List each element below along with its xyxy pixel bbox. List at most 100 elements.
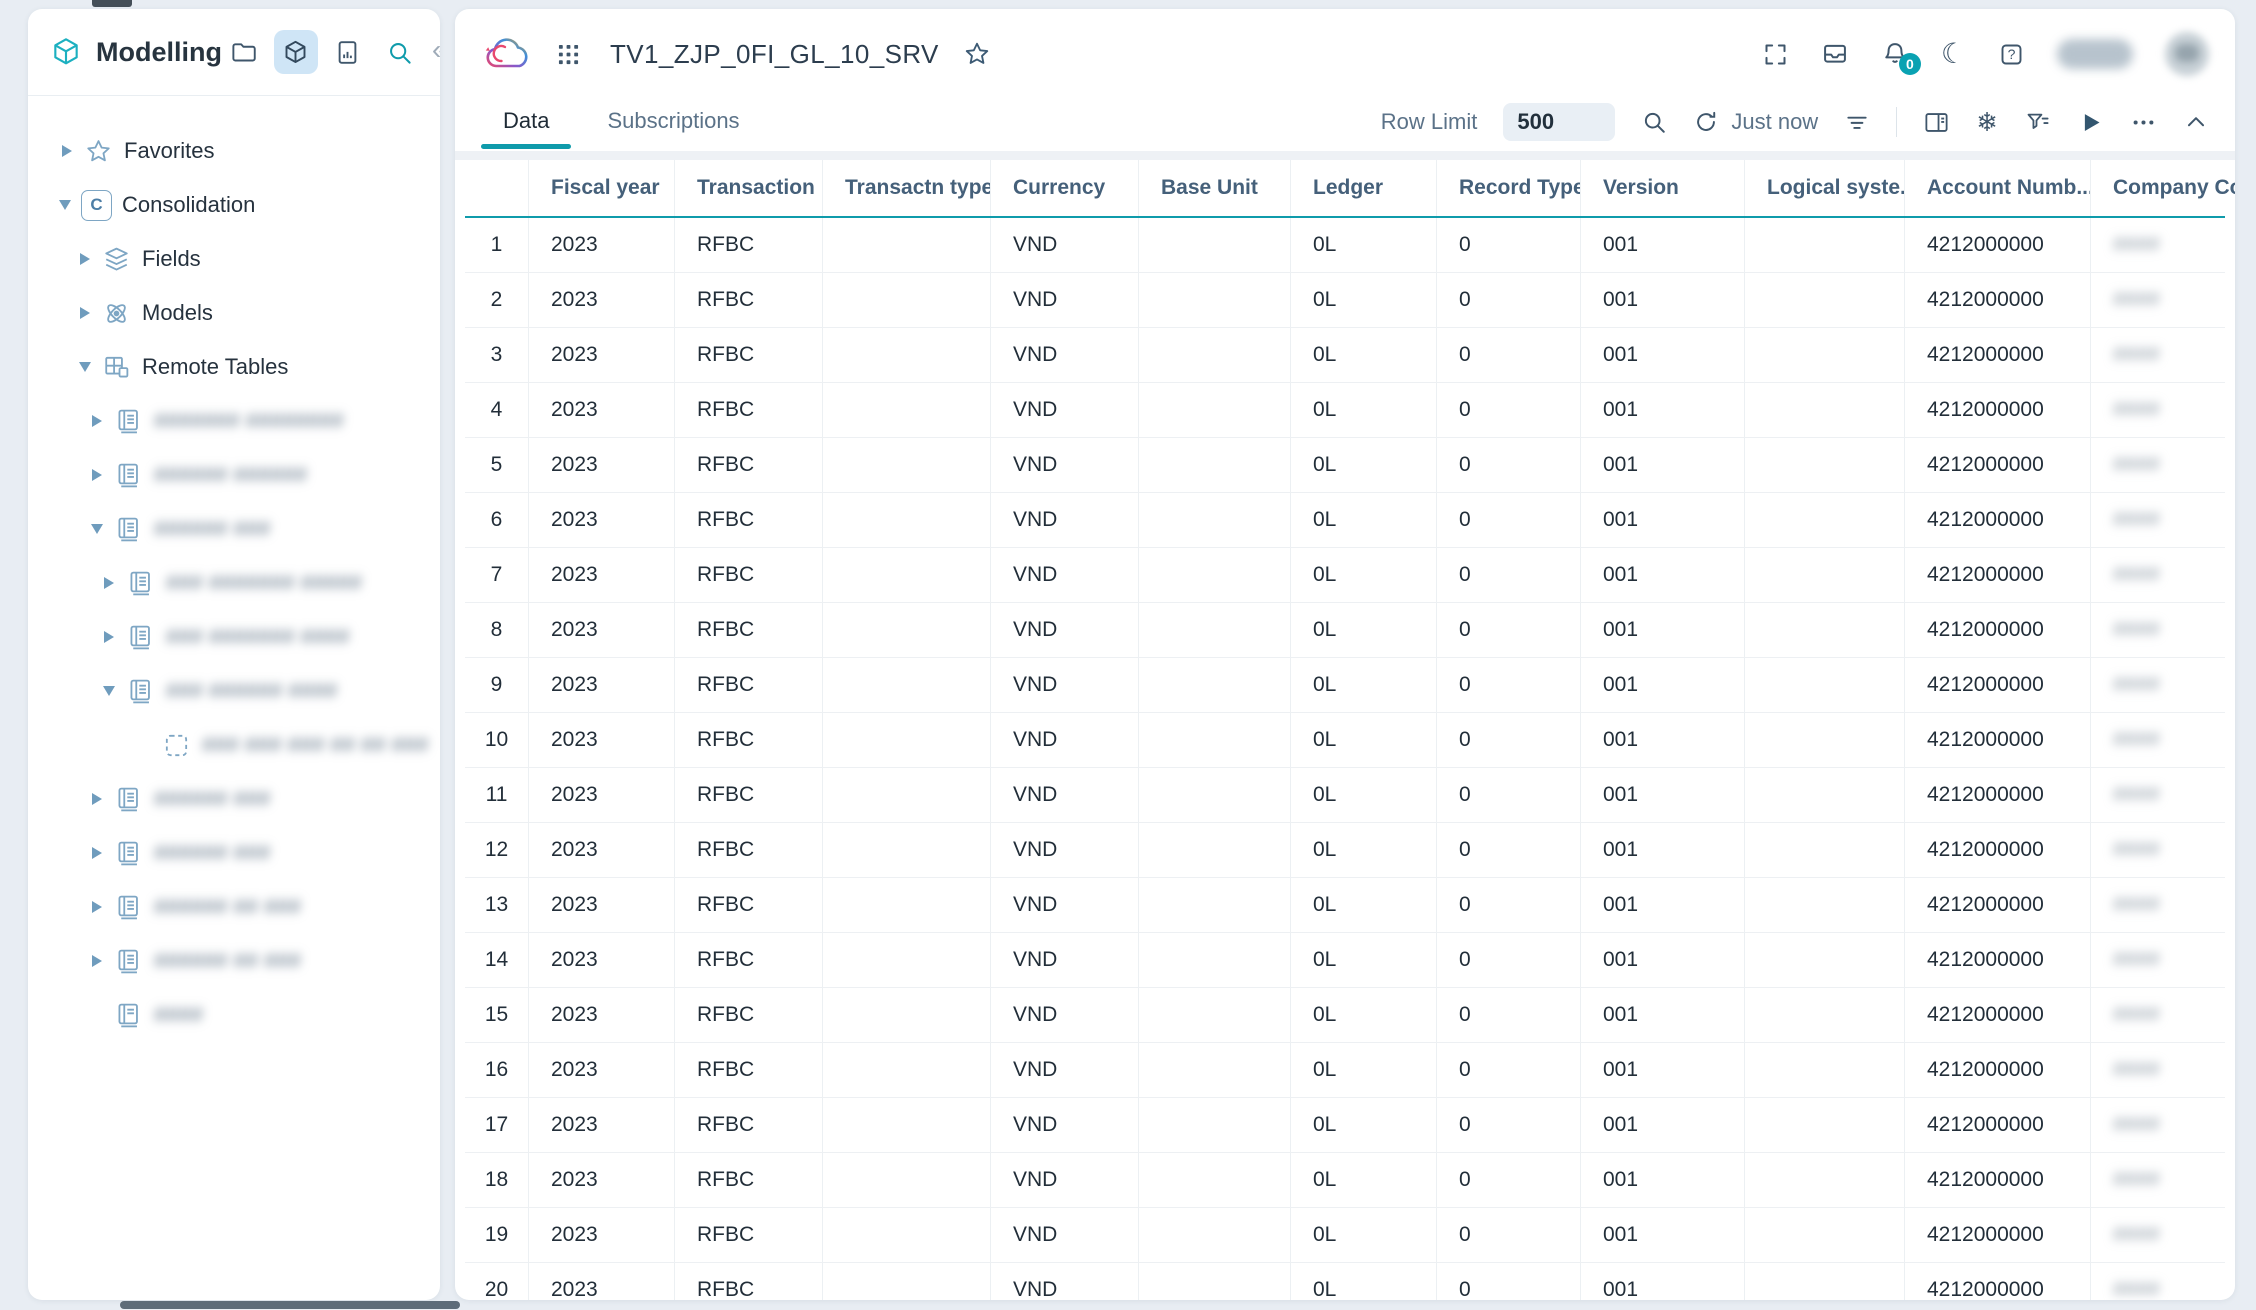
table-row[interactable]: 32023RFBCVND0L00014212000000#### (465, 328, 2225, 383)
table-row[interactable]: 152023RFBCVND0L00014212000000#### (465, 988, 2225, 1043)
inbox-icon[interactable] (1821, 40, 1849, 68)
table-row[interactable]: 182023RFBCVND0L00014212000000#### (465, 1153, 2225, 1208)
tree-expander-down[interactable] (96, 686, 122, 696)
tree-item-redacted-14[interactable]: ###### ## ### (28, 880, 440, 934)
tree-item-label: ####### ######## (154, 408, 344, 434)
tree-expander-right[interactable] (96, 577, 122, 589)
table-row[interactable]: 112023RFBCVND0L00014212000000#### (465, 768, 2225, 823)
cell-transactn_type (823, 768, 991, 822)
tree-expander-right[interactable] (72, 253, 98, 265)
column-header-account_number[interactable]: Account Numb... (1905, 160, 2091, 216)
column-header-logical_system[interactable]: Logical syste... (1745, 160, 1905, 216)
table-row[interactable]: 92023RFBCVND0L00014212000000#### (465, 658, 2225, 713)
tree-expander-right[interactable] (84, 955, 110, 967)
collapse-panel-icon[interactable]: « (430, 34, 440, 70)
column-header-num[interactable] (465, 160, 529, 216)
tree-item-redacted-7[interactable]: ###### ### (28, 502, 440, 556)
table-row[interactable]: 22023RFBCVND0L00014212000000#### (465, 273, 2225, 328)
tree-item-redacted-8[interactable]: ### ####### ##### (28, 556, 440, 610)
refresh-icon[interactable] (1693, 109, 1719, 135)
cell-ledger: 0L (1291, 328, 1437, 382)
table-row[interactable]: 162023RFBCVND0L00014212000000#### (465, 1043, 2225, 1098)
table-row[interactable]: 192023RFBCVND0L00014212000000#### (465, 1208, 2225, 1263)
tree-item-redacted-16[interactable]: #### (28, 988, 440, 1042)
tree-item-redacted-12[interactable]: ###### ### (28, 772, 440, 826)
tree-expander-right[interactable] (72, 307, 98, 319)
tree-item-models[interactable]: Models (28, 286, 440, 340)
column-header-base_unit[interactable]: Base Unit (1139, 160, 1291, 216)
cell-transaction: RFBC (675, 438, 823, 492)
tree-item-redacted-6[interactable]: ###### ###### (28, 448, 440, 502)
table-row[interactable]: 172023RFBCVND0L00014212000000#### (465, 1098, 2225, 1153)
run-play-icon[interactable] (2077, 109, 2104, 136)
column-header-currency[interactable]: Currency (991, 160, 1139, 216)
tree-item-redacted-10[interactable]: ### ###### #### (28, 664, 440, 718)
repository-folder-button[interactable] (222, 30, 266, 74)
tree-expander-right[interactable] (84, 793, 110, 805)
tree-expander-right[interactable] (84, 469, 110, 481)
table-row[interactable]: 52023RFBCVND0L00014212000000#### (465, 438, 2225, 493)
filter-funnel-icon[interactable] (2024, 109, 2051, 136)
tree-item-favorites[interactable]: Favorites (28, 124, 440, 178)
app-grid-icon[interactable] (555, 41, 582, 68)
sidebar-search-button[interactable] (378, 30, 422, 74)
favorite-star-icon[interactable] (963, 40, 991, 68)
column-header-transactn_type[interactable]: Transactn type (823, 160, 991, 216)
table-icon (125, 676, 156, 707)
modelling-view-button[interactable] (274, 30, 318, 74)
column-header-fiscal_year[interactable]: Fiscal year (529, 160, 675, 216)
tree-expander-down[interactable] (52, 200, 78, 210)
tree-item-fields[interactable]: Fields (28, 232, 440, 286)
table-row[interactable]: 72023RFBCVND0L00014212000000#### (465, 548, 2225, 603)
table-row[interactable]: 132023RFBCVND0L00014212000000#### (465, 878, 2225, 933)
freeze-snowflake-icon[interactable]: ❄ (1976, 109, 1998, 135)
tree-expander-right[interactable] (96, 631, 122, 643)
table-row[interactable]: 62023RFBCVND0L00014212000000#### (465, 493, 2225, 548)
tree-expander-down[interactable] (84, 524, 110, 534)
column-header-ledger[interactable]: Ledger (1291, 160, 1437, 216)
analytics-view-button[interactable] (326, 30, 370, 74)
table-row[interactable]: 12023RFBCVND0L00014212000000#### (465, 218, 2225, 273)
tree-item-remote-tables[interactable]: Remote Tables (28, 340, 440, 394)
notifications-bell-icon[interactable]: 0 (1881, 40, 1909, 68)
tab-data[interactable]: Data (481, 99, 571, 151)
column-header-company_code[interactable]: Company Code (2091, 160, 2235, 216)
column-header-version[interactable]: Version (1581, 160, 1745, 216)
table-row[interactable]: 142023RFBCVND0L00014212000000#### (465, 933, 2225, 988)
tree-item-redacted-5[interactable]: ####### ######## (28, 394, 440, 448)
table-search-icon[interactable] (1641, 109, 1667, 135)
tree-item-redacted-9[interactable]: ### ####### #### (28, 610, 440, 664)
table-row[interactable]: 82023RFBCVND0L00014212000000#### (465, 603, 2225, 658)
tab-subscriptions[interactable]: Subscriptions (585, 99, 761, 151)
split-panel-icon[interactable] (1923, 109, 1950, 136)
cell-base_unit (1139, 493, 1291, 547)
column-header-transaction[interactable]: Transaction (675, 160, 823, 216)
avatar[interactable] (2165, 32, 2209, 76)
more-ellipsis-icon[interactable] (2130, 109, 2157, 136)
tree-item-redacted-15[interactable]: ###### ## ### (28, 934, 440, 988)
tree-item-label: ###### ###### (154, 462, 307, 488)
table-row[interactable]: 42023RFBCVND0L00014212000000#### (465, 383, 2225, 438)
tree-item-consolidation[interactable]: CConsolidation (28, 178, 440, 232)
collapse-up-icon[interactable] (2183, 109, 2209, 135)
cell-logical_system (1745, 1043, 1905, 1097)
table-row[interactable]: 202023RFBCVND0L00014212000000#### (465, 1263, 2225, 1300)
tree-expander-right[interactable] (54, 145, 80, 157)
column-header-record_type[interactable]: Record Type (1437, 160, 1581, 216)
table-row[interactable]: 102023RFBCVND0L00014212000000#### (465, 713, 2225, 768)
horizontal-scrollbar-thumb[interactable] (120, 1301, 460, 1309)
tree-expander-right[interactable] (84, 847, 110, 859)
help-icon[interactable]: ? (1998, 41, 2025, 68)
fullscreen-icon[interactable] (1762, 41, 1789, 68)
tree-item-redacted-13[interactable]: ###### ### (28, 826, 440, 880)
row-limit-input[interactable] (1503, 103, 1615, 141)
tree-expander-right[interactable] (84, 415, 110, 427)
tree-expander-right[interactable] (84, 901, 110, 913)
tree-expander-down[interactable] (72, 362, 98, 372)
table-row[interactable]: 122023RFBCVND0L00014212000000#### (465, 823, 2225, 878)
cell-transaction: RFBC (675, 658, 823, 712)
tree-item-redacted-11[interactable]: ### ### ### ## ## ### (28, 718, 440, 772)
dark-mode-moon-icon[interactable]: ☾ (1941, 40, 1966, 68)
tree-item-label: Fields (142, 246, 201, 272)
filter-lines-icon[interactable] (1844, 109, 1870, 135)
